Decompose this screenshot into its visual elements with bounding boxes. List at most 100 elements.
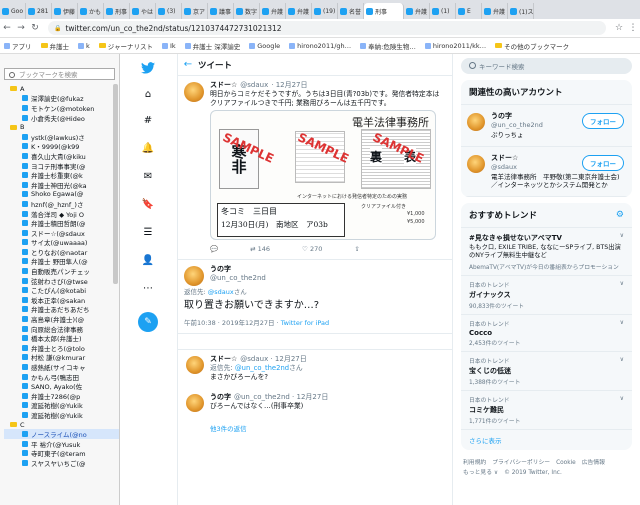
bookmark-item[interactable]: 弁護士神田光(@ka [4,180,119,190]
avatar[interactable] [186,356,204,374]
bookmark-item[interactable]: 高島章(弁護士)(@ [4,314,119,324]
browser-tab[interactable]: E [456,3,482,19]
bookmark-item[interactable]: ystk(@lawkus)さ [4,132,119,142]
browser-tab[interactable]: 刑事 [364,3,404,19]
like-icon[interactable]: ♡ 270 [302,245,322,253]
tweet-card[interactable]: スドー☆ @sdaux · 12月27日 明日からコミケだそうですが。うちは3日… [178,76,452,260]
bookmark-bar-item[interactable]: k [78,42,90,50]
bookmark-item[interactable]: Shoko Egawa(@ [4,190,119,200]
bookmark-bar-item[interactable]: Ik [161,42,176,50]
bookmark-item[interactable]: 喜久山大貴(@kiku [4,151,119,161]
bookmark-bar-item[interactable]: 弁護士 深澤諭史 [184,41,240,51]
bookmark-folder[interactable]: A [4,84,119,94]
compose-tweet-icon[interactable]: ✎ [138,312,158,332]
bookmark-bar-item[interactable]: ジャーナリスト [98,41,153,51]
footer-link[interactable]: プライバシーポリシー [492,458,550,468]
bookmark-item[interactable]: スドー☆(@sdaux [4,228,119,238]
trend-item[interactable]: 日本のトレンド 宝くじの低迷 1,388件のツイート ∨ [461,352,632,391]
home-icon[interactable]: ⌂ [140,86,156,102]
bookmark-item[interactable]: 自動販売パンチェッ [4,266,119,276]
browser-tab[interactable]: 数字 [234,3,260,19]
reply-tweet[interactable]: スドー☆ @sdaux · 12月27日 返信先: @un_co_the2ndさ… [178,350,452,388]
more-icon[interactable]: ⋯ [140,280,156,296]
tweet-image[interactable]: 電羊法律事務所 寒非 裏 表 SAMPLE SAMPLE SAMPLE インター… [210,110,436,240]
bookmark-item[interactable]: 弁護士とろ(@tolo [4,343,119,353]
trend-item[interactable]: #見なきゃ損せないアベマTV ももクロ, EXILE TRIBE, ななにーSPラ… [461,228,632,276]
bookmark-item[interactable]: ノースライム(@no [4,429,119,439]
browser-tab[interactable]: 刑事 [104,3,130,19]
tweet-time[interactable]: 午前10:38 · 2019年12月27日 · [184,319,279,327]
chevron-down-icon[interactable]: ∨ [620,280,624,287]
browser-tab[interactable]: やは [130,3,156,19]
browser-tab[interactable]: 伊藤 [52,3,78,19]
bookmark-item[interactable]: サイ太(@uwaaaa) [4,238,119,247]
footer-link[interactable]: 利用規約 [463,458,486,468]
bookmark-bar-item[interactable]: hirono2011/kk… [424,42,486,50]
author-name[interactable]: うの字 [210,392,231,402]
star-icon[interactable]: ☆ [612,23,626,33]
avatar[interactable] [467,113,485,131]
author-name[interactable]: スドー☆ [210,80,237,90]
bookmark-item[interactable]: 渡延祐樹(@Yukik [4,401,119,410]
avatar[interactable] [467,154,485,173]
author-handle[interactable]: @un_co_the2nd · 12月27日 [234,392,328,402]
bookmark-bar-item[interactable]: 弁護士 [40,41,69,51]
bookmark-item[interactable]: 落合洋司 ◆ Yoji O [4,209,119,218]
bookmark-item[interactable]: 弁護士あだちあだち [4,305,119,314]
related-account[interactable]: スドー☆ @sdaux 電羊法律事務所 平野敬(第二東京弁護士会)／インターネッツと… [461,147,632,197]
reload-icon[interactable]: ↻ [28,23,42,33]
twitter-bird-icon[interactable] [140,60,156,76]
menu-icon[interactable]: ⋮ [626,23,640,33]
bookmark-item[interactable]: とりなお(@naotar [4,247,119,257]
explore-hashtag-icon[interactable]: # [140,112,156,128]
footer-link[interactable]: 広告情報 [582,458,605,468]
bookmark-item[interactable]: 弁護士積田哲朗(@ [4,218,119,228]
avatar[interactable] [184,266,204,286]
notifications-bell-icon[interactable]: 🔔 [140,140,156,156]
lists-icon[interactable]: ☰ [140,224,156,240]
related-account[interactable]: うの字 @un_co_the2nd ぷりっちょ フォロー [461,105,632,147]
back-icon[interactable]: ← [0,23,14,33]
chevron-down-icon[interactable]: ∨ [620,356,624,363]
back-arrow-icon[interactable]: ← [178,59,198,70]
author-handle[interactable]: @sdaux [240,81,268,89]
reply-icon[interactable]: 💬 [210,245,218,253]
bookmark-item[interactable]: モトケン(@motoken [4,103,119,113]
chevron-down-icon[interactable]: ∨ [620,232,624,239]
retweet-icon[interactable]: ⇄ 146 [250,245,270,253]
trend-item[interactable]: 日本のトレンド ガイナックス 90,833件のツイート ∨ [461,276,632,315]
bookmark-folder[interactable]: C [4,420,119,430]
browser-tab[interactable]: 281 [26,3,52,19]
bookmark-search-input[interactable]: ブックマークを検索 [4,68,115,80]
author-handle[interactable]: @un_co_the2nd [210,274,266,282]
author-name[interactable]: スドー☆ [210,354,237,364]
bookmark-item[interactable]: 坂本正幸(@sakan [4,295,119,305]
settings-gear-icon[interactable]: ⚙ [616,210,624,220]
bookmarks-icon[interactable]: 🔖 [140,196,156,212]
bookmark-bar-item[interactable]: その他のブックマーク [495,41,569,51]
bookmark-item[interactable]: 橋本太郎(弁護士) [4,333,119,343]
bookmark-item[interactable]: 弁護士7286(@p [4,391,119,401]
bookmark-item[interactable]: 弁護士杉重東(@k [4,170,119,180]
reply-tweet[interactable]: うの字 @un_co_the2nd · 12月27日 びろーんではなく…(刑事卒… [178,388,452,417]
browser-tab[interactable]: 名誉 [338,3,364,19]
focused-tweet[interactable]: うの字 @un_co_the2nd 返信先: @sdauxさん 取り置きお願いで… [178,260,452,334]
trend-item[interactable]: 日本のトレンド コミケ難民 1,771件のツイート ∨ [461,391,632,430]
browser-tab[interactable]: かも [78,3,104,19]
address-bar[interactable]: 🔒 twitter.com/un_co_the2nd/status/121037… [48,21,606,35]
footer-link[interactable]: © 2019 Twitter, Inc. [504,468,562,478]
avatar[interactable] [186,394,204,412]
bookmark-item[interactable]: 弁護士 野田隼人(@ [4,257,119,266]
browser-tab[interactable]: 弁護 [260,3,286,19]
bookmark-item[interactable]: かもん弓(鴨志田 [4,372,119,381]
trend-item[interactable]: 日本のトレンド Cocco 2,453件のツイート ∨ [461,315,632,352]
follow-button[interactable]: フォロー [582,154,624,171]
bookmark-bar-item[interactable]: hirono2011/gh… [289,42,351,50]
avatar[interactable] [184,82,204,102]
browser-tab[interactable]: 弁護 [482,3,508,19]
author-name[interactable]: うの字 [210,264,231,274]
bookmark-folder[interactable]: B [4,122,119,132]
show-more-link[interactable]: さらに表示 [461,430,632,450]
bookmark-item[interactable]: 寺町東子(@teram [4,449,119,458]
browser-tab[interactable]: (1) [430,3,456,19]
